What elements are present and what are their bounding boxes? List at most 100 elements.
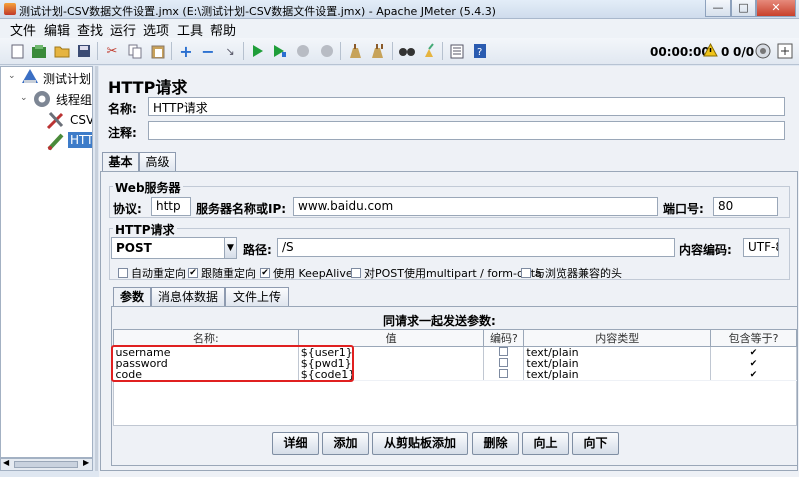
checkbox-box[interactable]: ✔: [188, 268, 198, 278]
include-equals-checkbox[interactable]: ✔: [710, 369, 797, 380]
tab-basic[interactable]: 基本: [102, 152, 139, 171]
panel-title: HTTP请求: [108, 78, 188, 97]
column-header-include-equals[interactable]: 包含等于?: [710, 329, 797, 347]
menu-search[interactable]: 查找: [77, 20, 103, 39]
delete-button[interactable]: 删除: [472, 432, 519, 455]
name-field[interactable]: HTTP请求: [148, 97, 785, 116]
menu-file[interactable]: 文件: [10, 20, 36, 39]
keepalive-checkbox[interactable]: ✔ 使用 KeepAlive: [260, 265, 353, 281]
menu-options[interactable]: 选项: [143, 20, 169, 39]
column-header-value[interactable]: 值: [297, 329, 485, 347]
content-type-cell[interactable]: text/plain: [523, 369, 712, 380]
detail-button[interactable]: 详细: [272, 432, 319, 455]
reset-search-icon[interactable]: [419, 41, 439, 61]
close-window-button[interactable]: ✕: [756, 0, 796, 17]
server-field[interactable]: www.baidu.com: [293, 197, 658, 216]
menu-help[interactable]: 帮助: [210, 20, 236, 39]
add-from-clipboard-button[interactable]: 从剪贴板添加: [372, 432, 468, 455]
paste-icon[interactable]: [148, 41, 168, 61]
minimize-button[interactable]: —: [705, 0, 731, 17]
browser-headers-checkbox[interactable]: 与浏览器兼容的头: [521, 265, 622, 281]
templates-icon[interactable]: [29, 41, 49, 61]
test-plan-icon: [21, 68, 39, 87]
column-header-content-type[interactable]: 内容类型: [523, 329, 712, 347]
multipart-checkbox[interactable]: 对POST使用multipart / form-data: [351, 265, 542, 281]
split-pane-divider[interactable]: [95, 66, 98, 471]
open-icon[interactable]: [52, 41, 72, 61]
tab-file-upload[interactable]: 文件上传: [225, 287, 289, 306]
highlight-box: [111, 345, 354, 382]
protocol-field[interactable]: http: [151, 197, 191, 216]
new-icon[interactable]: [7, 41, 27, 61]
toggle-icon[interactable]: ↘: [220, 41, 240, 61]
tree-node-http-request[interactable]: HTT: [68, 132, 92, 148]
checkbox-box[interactable]: [118, 268, 128, 278]
checkbox-box[interactable]: [521, 268, 531, 278]
http-request-panel: HTTP请求 名称: HTTP请求 注释: 基本 高级 Web服务器 协议: h…: [99, 66, 799, 477]
collapse-handle[interactable]: ⌄: [8, 71, 16, 81]
follow-redirect-checkbox[interactable]: ✔ 跟随重定向: [188, 265, 256, 281]
checkbox-label: 对POST使用multipart / form-data: [364, 267, 542, 280]
menu-tools[interactable]: 工具: [177, 20, 203, 39]
menu-run[interactable]: 运行: [110, 20, 136, 39]
tree-horizontal-scrollbar[interactable]: ◀ ▶: [0, 458, 93, 471]
thread-group-icon: [32, 89, 52, 112]
comment-label: 注释:: [108, 126, 137, 140]
web-server-legend: Web服务器: [113, 179, 183, 196]
tree-node-test-plan[interactable]: 测试计划: [43, 70, 91, 87]
scrollbar-thumb[interactable]: [14, 461, 78, 468]
clear-icon[interactable]: [345, 41, 365, 61]
expand-all-icon[interactable]: +: [176, 41, 196, 61]
scroll-right-icon[interactable]: ▶: [83, 458, 89, 467]
warning-icon[interactable]: [703, 42, 718, 60]
tab-body-data[interactable]: 消息体数据: [151, 287, 225, 306]
copy-icon[interactable]: [125, 41, 145, 61]
test-plan-tree: ⌄ 测试计划 ⌄ 线程组 CSV HTT: [0, 66, 93, 458]
start-no-pauses-icon[interactable]: [270, 41, 290, 61]
move-down-button[interactable]: 向下: [572, 432, 619, 455]
tree-node-csv[interactable]: CSV: [70, 113, 92, 127]
help-icon[interactable]: ?: [470, 41, 490, 61]
function-helper-icon[interactable]: [447, 41, 467, 61]
jmeter-app-icon: [4, 3, 16, 15]
include-equals-checkbox[interactable]: ✔: [710, 358, 797, 369]
encode-checkbox[interactable]: [483, 346, 525, 358]
auto-redirect-checkbox[interactable]: 自动重定向: [118, 265, 186, 281]
scroll-left-icon[interactable]: ◀: [3, 458, 9, 467]
column-header-encode[interactable]: 编码?: [483, 329, 525, 347]
column-header-name[interactable]: 名称:: [113, 329, 299, 347]
tree-node-thread-group[interactable]: 线程组: [56, 91, 92, 108]
table-empty-area[interactable]: [113, 381, 797, 426]
save-icon[interactable]: [74, 41, 94, 61]
collapse-all-icon[interactable]: −: [198, 41, 218, 61]
clear-all-icon[interactable]: [368, 41, 388, 61]
include-equals-checkbox[interactable]: ✔: [710, 346, 797, 358]
move-up-button[interactable]: 向上: [522, 432, 569, 455]
checkbox-box[interactable]: ✔: [260, 268, 270, 278]
encode-checkbox[interactable]: [483, 369, 525, 380]
cut-icon[interactable]: ✂: [102, 41, 122, 61]
log-viewer-icon[interactable]: [777, 43, 793, 62]
path-field[interactable]: /S: [277, 238, 675, 257]
checkbox-box[interactable]: [351, 268, 361, 278]
method-select[interactable]: POST: [111, 237, 237, 259]
chevron-down-icon[interactable]: ▼: [224, 238, 236, 258]
encode-checkbox[interactable]: [483, 358, 525, 369]
search-icon[interactable]: [397, 41, 417, 61]
start-icon[interactable]: [248, 41, 268, 61]
encoding-label: 内容编码:: [679, 243, 732, 257]
encoding-field[interactable]: UTF-8: [743, 238, 779, 257]
tab-parameters[interactable]: 参数: [113, 287, 151, 306]
add-button[interactable]: 添加: [322, 432, 369, 455]
elapsed-timer: 00:00:00: [650, 45, 710, 59]
tab-advanced[interactable]: 高级: [139, 152, 176, 171]
shutdown-icon[interactable]: [317, 41, 337, 61]
stop-icon[interactable]: [293, 41, 313, 61]
http-sampler-icon: [46, 132, 66, 155]
path-label: 路径:: [243, 243, 272, 257]
collapse-handle[interactable]: ⌄: [20, 93, 28, 103]
port-field[interactable]: 80: [713, 197, 778, 216]
maximize-button[interactable]: □: [731, 0, 756, 17]
comment-field[interactable]: [148, 121, 785, 140]
menu-edit[interactable]: 编辑: [44, 20, 70, 39]
